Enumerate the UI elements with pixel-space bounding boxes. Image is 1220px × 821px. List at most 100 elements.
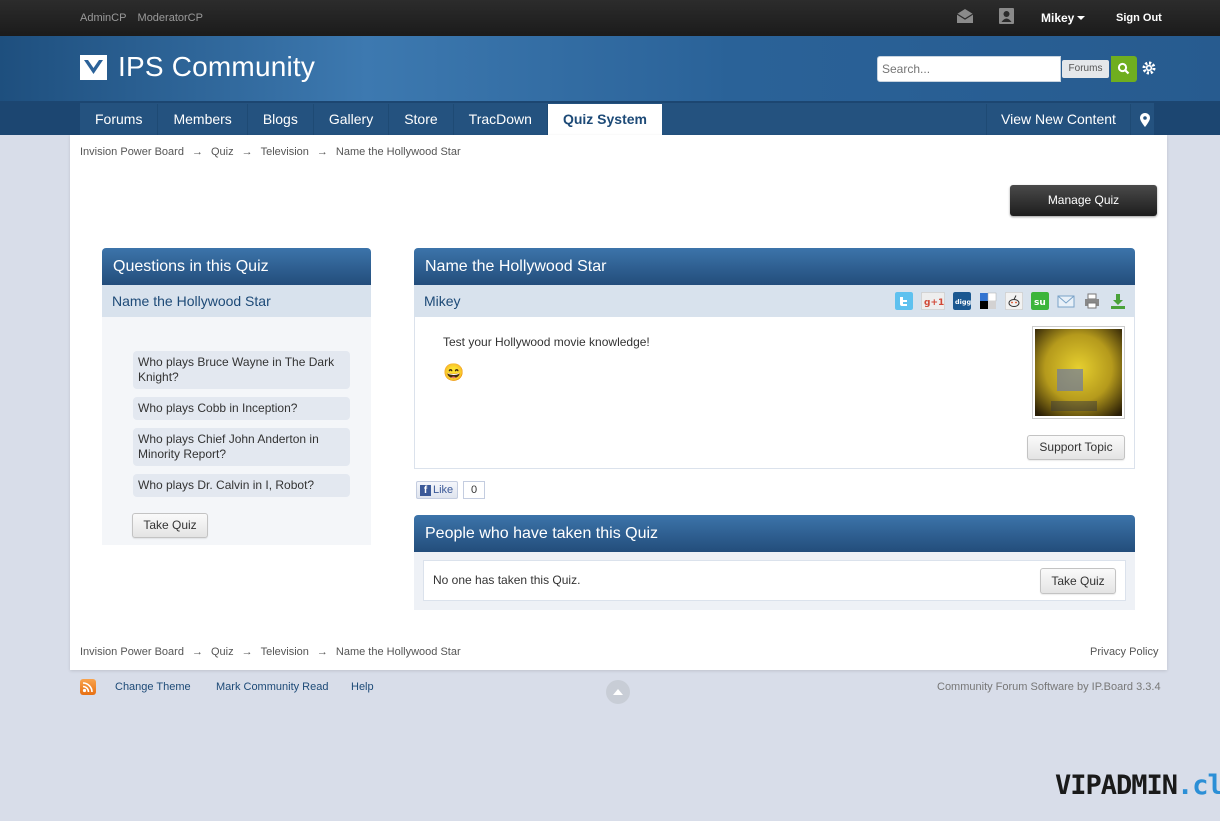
svg-text:su: su [1034, 298, 1046, 308]
twitter-icon[interactable] [895, 292, 913, 310]
tab-gallery[interactable]: Gallery [314, 104, 390, 135]
branding-header: IPS Community Forums [0, 36, 1220, 101]
quiz-details-panel: Name the Hollywood Star Mikey g+1 digg s… [414, 248, 1135, 469]
question-item[interactable]: Who plays Bruce Wayne in The Dark Knight… [133, 351, 350, 389]
help-link[interactable]: Help [351, 681, 374, 693]
breadcrumb-link[interactable]: Invision Power Board [80, 146, 184, 158]
google-plus-icon[interactable]: g+1 [921, 292, 945, 310]
search-input[interactable] [878, 57, 1058, 81]
admin-links: AdminCP ModeratorCP [80, 12, 211, 24]
map-pin-icon [1140, 112, 1151, 127]
author-avatar[interactable] [1032, 326, 1125, 419]
quiz-takers-title: People who have taken this Quiz [414, 515, 1135, 552]
change-theme-link[interactable]: Change Theme [115, 681, 191, 693]
print-icon[interactable] [1083, 292, 1101, 310]
quiz-takers-list: No one has taken this Quiz. Take Quiz [423, 560, 1126, 601]
inbox-icon[interactable] [956, 9, 974, 23]
watermark-main: VIPADMIN [1055, 770, 1178, 801]
breadcrumb-separator: → [191, 146, 203, 158]
question-item[interactable]: Who plays Dr. Calvin in I, Robot? [133, 474, 350, 497]
questions-panel: Questions in this Quiz Name the Hollywoo… [102, 248, 371, 545]
reddit-icon[interactable] [1005, 292, 1023, 310]
breadcrumb-link[interactable]: Invision Power Board [80, 646, 184, 658]
secondary-nav: View New Content [986, 104, 1160, 135]
quiz-name-subheader: Name the Hollywood Star [102, 285, 371, 317]
chevron-down-icon[interactable] [1077, 16, 1085, 20]
take-quiz-button[interactable]: Take Quiz [132, 513, 208, 538]
tab-tracdown[interactable]: TracDown [454, 104, 548, 135]
question-item[interactable]: Who plays Cobb in Inception? [133, 397, 350, 420]
tab-members[interactable]: Members [158, 104, 248, 135]
mark-community-read-link[interactable]: Mark Community Read [216, 681, 328, 693]
gear-icon[interactable] [1142, 61, 1156, 75]
breadcrumb-link[interactable]: Television [261, 146, 309, 158]
tab-store[interactable]: Store [389, 104, 454, 135]
location-pin-button[interactable] [1129, 104, 1160, 135]
rss-icon[interactable] [80, 679, 96, 695]
svg-text:digg: digg [955, 298, 971, 306]
like-label: Like [433, 484, 454, 496]
breadcrumb-separator: → [191, 646, 203, 658]
author-link[interactable]: Mikey [424, 293, 461, 309]
breadcrumb-separator: → [316, 646, 328, 658]
site-title[interactable]: IPS Community [118, 51, 315, 83]
breadcrumb-current: Name the Hollywood Star [335, 146, 461, 158]
tab-quiz-system[interactable]: Quiz System [547, 104, 662, 135]
breadcrumb-link[interactable]: Television [261, 646, 309, 658]
facebook-icon: f [420, 484, 431, 496]
breadcrumb-separator: → [241, 646, 253, 658]
powered-by-text[interactable]: Community Forum Software by IP.Board 3.3… [937, 681, 1161, 693]
facebook-like-widget: f Like 0 [416, 481, 485, 499]
breadcrumb-separator: → [241, 146, 253, 158]
quiz-title-header: Name the Hollywood Star [414, 248, 1135, 285]
breadcrumb-link[interactable]: Quiz [211, 646, 234, 658]
watermark: VIPADMIN.club [1055, 770, 1220, 801]
admincp-link[interactable]: AdminCP [80, 12, 126, 24]
digg-icon[interactable]: digg [953, 292, 971, 310]
rss-glyph [82, 682, 93, 693]
facebook-like-button[interactable]: f Like [416, 481, 458, 499]
watermark-suffix: .club [1177, 770, 1220, 801]
moderatorcp-link[interactable]: ModeratorCP [138, 12, 203, 24]
quiz-description: Test your Hollywood movie knowledge! [443, 335, 650, 349]
privacy-policy-link[interactable]: Privacy Policy [1090, 646, 1158, 658]
breadcrumb-separator: → [316, 146, 328, 158]
download-icon[interactable] [1109, 292, 1127, 310]
question-item[interactable]: Who plays Chief John Anderton in Minorit… [133, 428, 350, 466]
share-links: g+1 digg su [895, 292, 1127, 310]
logo-icon[interactable] [80, 55, 107, 80]
back-to-top-button[interactable] [606, 680, 630, 704]
breadcrumb-link[interactable]: Quiz [211, 146, 234, 158]
like-count: 0 [463, 481, 485, 499]
delicious-icon[interactable] [979, 292, 997, 310]
primary-nav: Forums Members Blogs Gallery Store TracD… [80, 104, 662, 135]
user-bar: AdminCP ModeratorCP Mikey Sign Out [0, 0, 1220, 36]
search-scope-selector[interactable]: Forums [1062, 60, 1109, 78]
svg-text:g+1: g+1 [924, 298, 944, 308]
sign-out-link[interactable]: Sign Out [1116, 12, 1162, 24]
support-topic-button[interactable]: Support Topic [1027, 435, 1125, 460]
stumbleupon-icon[interactable]: su [1031, 292, 1049, 310]
smiley-emoticon: 😄 [443, 363, 465, 382]
search-button[interactable] [1111, 56, 1137, 82]
breadcrumb-footer: Invision Power Board → Quiz → Television → Nam… [80, 646, 461, 658]
tab-forums[interactable]: Forums [80, 104, 159, 135]
email-icon[interactable] [1057, 292, 1075, 310]
search-box [877, 56, 1061, 82]
avatar-photo [1035, 329, 1122, 416]
user-menu[interactable]: Mikey [1041, 11, 1074, 25]
manage-quiz-button[interactable]: Manage Quiz [1010, 185, 1157, 216]
contacts-icon[interactable] [999, 8, 1014, 24]
quiz-author-bar: Mikey g+1 digg su [414, 285, 1135, 317]
tab-blogs[interactable]: Blogs [248, 104, 314, 135]
arrow-up-icon [613, 689, 623, 695]
questions-list: Who plays Bruce Wayne in The Dark Knight… [102, 317, 371, 545]
search-icon [1117, 62, 1130, 75]
view-new-content-link[interactable]: View New Content [986, 104, 1130, 135]
content-area: Invision Power Board → Quiz → Television → Nam… [70, 135, 1167, 670]
quiz-takers-panel: People who have taken this Quiz No one h… [414, 515, 1135, 610]
questions-panel-title: Questions in this Quiz [102, 248, 371, 285]
take-quiz-button-secondary[interactable]: Take Quiz [1040, 568, 1116, 594]
quiz-takers-body: No one has taken this Quiz. Take Quiz [414, 552, 1135, 610]
quiz-description-box: Test your Hollywood movie knowledge! 😄 S… [414, 317, 1135, 469]
